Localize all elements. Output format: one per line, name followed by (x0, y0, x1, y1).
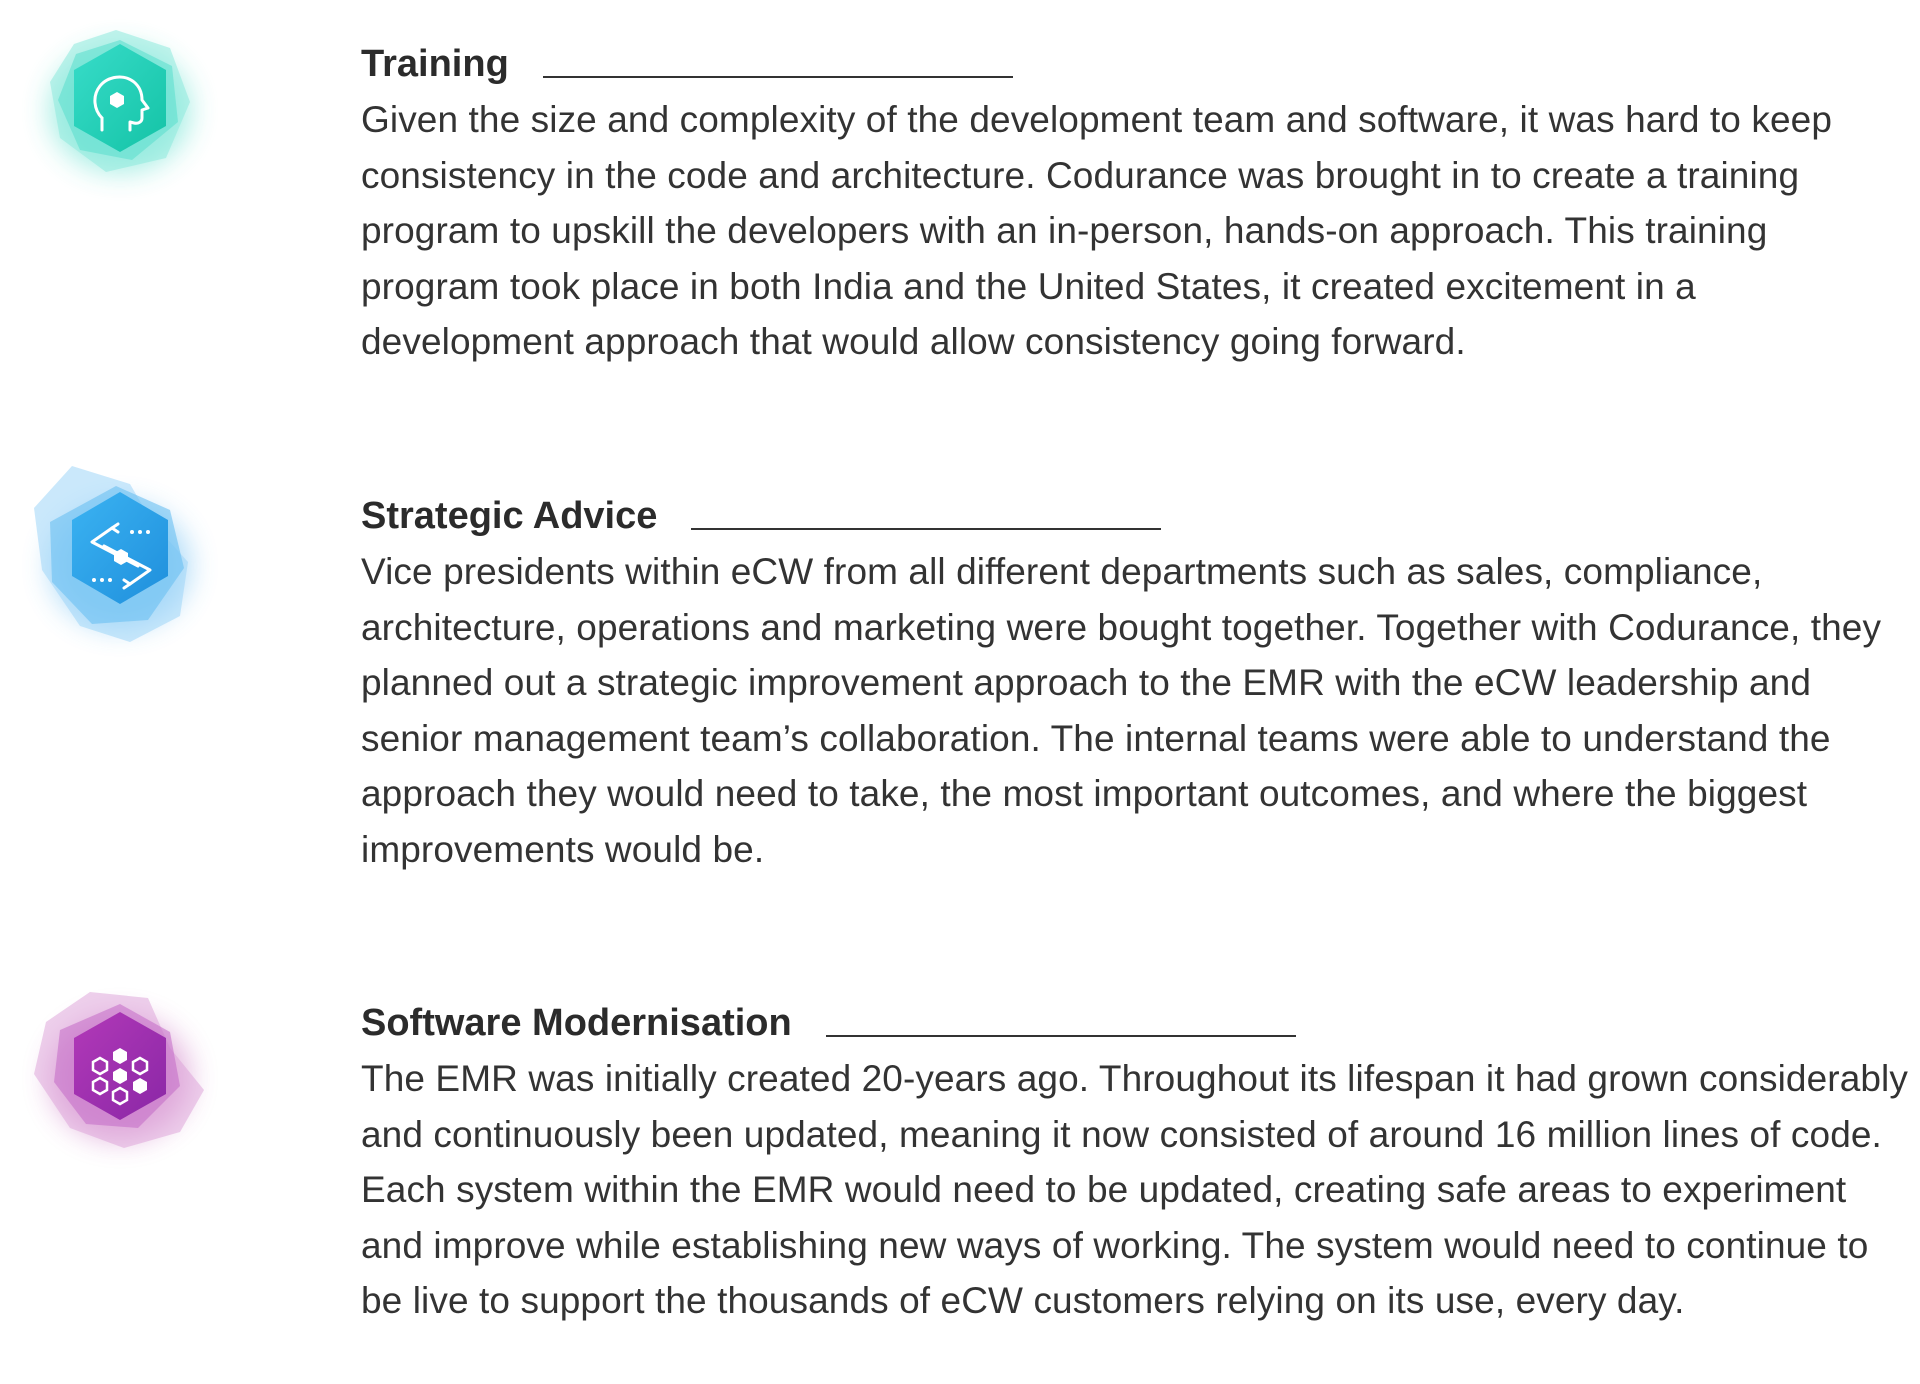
title-divider (691, 528, 1162, 530)
title-divider (542, 76, 1013, 78)
strategy-arrows-icon (20, 466, 220, 666)
section-title: Strategic Advice (361, 495, 658, 537)
section-title: Software Modernisation (361, 1002, 792, 1044)
head-gear-icon (20, 10, 220, 210)
section-title: Training (361, 43, 509, 85)
section-body: Given the size and complexity of the dev… (361, 99, 1832, 362)
hexagon-cluster-icon (20, 978, 220, 1178)
title-divider (825, 1035, 1296, 1037)
section-body: The EMR was initially created 20-years a… (361, 1058, 1908, 1321)
section-body: Vice presidents within eCW from all diff… (361, 551, 1882, 870)
